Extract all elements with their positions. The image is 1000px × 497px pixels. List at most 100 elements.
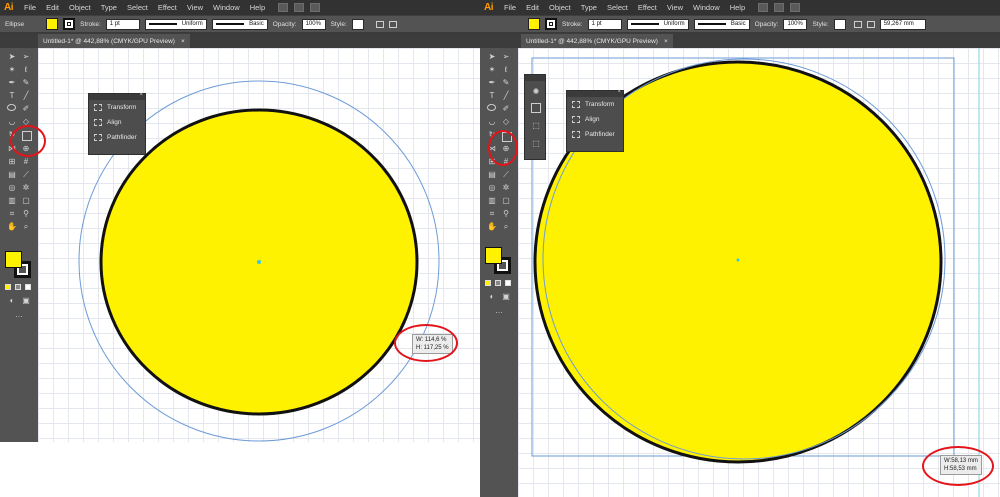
more-tools-icon[interactable]: … [14, 310, 24, 320]
pen-tool-icon[interactable]: ✒ [487, 78, 497, 88]
slice-tool-icon[interactable]: ⌗ [7, 209, 17, 219]
eyedropper-tool-icon[interactable]: ⟋ [21, 170, 31, 180]
document-tab[interactable]: Untitled-1* @ 442,88% (CMYK/GPU Preview)… [521, 34, 673, 48]
draw-mode-icon[interactable]: ◐ [487, 292, 497, 302]
menu-view[interactable]: View [662, 3, 688, 12]
zoom-magnifier-icon[interactable]: ⌕ [501, 222, 511, 232]
free-distort-icon[interactable]: ⬚ [531, 139, 541, 149]
menu-type[interactable]: Type [96, 3, 122, 12]
opacity-field[interactable]: 100% [783, 18, 808, 30]
gradient-tool-icon[interactable]: ▤ [7, 170, 17, 180]
color-mode-icon[interactable] [5, 284, 11, 290]
fill-color-box[interactable] [5, 251, 22, 268]
panel-close-icon[interactable]: × [139, 92, 143, 98]
transform-panel-button[interactable]: Transform [89, 100, 145, 115]
close-tab-icon[interactable]: × [181, 38, 185, 45]
align-panel-button[interactable]: Align [567, 112, 623, 127]
symbol-sprayer-tool-icon[interactable]: ✲ [21, 183, 31, 193]
column-graph-tool-icon[interactable]: ▥ [7, 196, 17, 206]
shaper-tool-icon[interactable]: ◡ [487, 117, 497, 127]
draw-mode-icon[interactable]: ◐ [7, 296, 17, 306]
arrange-documents-icon[interactable] [774, 3, 785, 12]
panel-header[interactable]: × [89, 92, 145, 100]
menu-object[interactable]: Object [64, 3, 96, 12]
slice-tool-icon[interactable]: ⌗ [487, 209, 497, 219]
blend-tool-icon[interactable]: ◎ [487, 183, 497, 193]
variable-width-profile-dropdown[interactable]: Uniform [144, 18, 207, 30]
menu-help[interactable]: Help [245, 3, 270, 12]
fill-color-box[interactable] [485, 247, 502, 264]
menu-object[interactable]: Object [544, 3, 576, 12]
paintbrush-tool-icon[interactable]: ✐ [21, 104, 31, 114]
ellipse-tool-icon[interactable] [487, 104, 496, 111]
eyedropper-tool-icon[interactable]: ⟋ [501, 170, 511, 180]
shaper-tool-icon[interactable]: ◡ [7, 117, 17, 127]
close-tab-icon[interactable]: × [664, 38, 668, 45]
hand-tool-icon[interactable]: ✋ [487, 222, 497, 232]
recolor-artwork-icon[interactable] [375, 20, 384, 28]
magic-wand-tool-icon[interactable]: ✶ [7, 65, 17, 75]
eraser-tool-icon[interactable]: ◇ [501, 117, 511, 127]
hand-tool-icon[interactable]: ✋ [7, 222, 17, 232]
zoom-magnifier-icon[interactable]: ⌕ [21, 222, 31, 232]
recolor-artwork-icon[interactable] [853, 20, 862, 28]
symbol-sprayer-tool-icon[interactable]: ✲ [501, 183, 511, 193]
menu-effect[interactable]: Effect [153, 3, 182, 12]
width-field[interactable]: 59,267 mm [879, 18, 926, 30]
bridge-icon[interactable] [758, 3, 769, 12]
bridge-icon[interactable] [278, 3, 289, 12]
fill-swatch[interactable] [46, 18, 59, 30]
menu-select[interactable]: Select [602, 3, 633, 12]
graphic-style-dropdown[interactable] [833, 18, 846, 30]
menu-file[interactable]: File [19, 3, 41, 12]
stroke-weight-field[interactable]: 1 pt [587, 18, 622, 30]
blend-tool-icon[interactable]: ◎ [7, 183, 17, 193]
document-tab[interactable]: Untitled-1* @ 442,88% (CMYK/GPU Preview)… [38, 34, 190, 48]
paintbrush-tool-icon[interactable]: ✐ [501, 104, 511, 114]
selection-tool-icon[interactable]: ➤ [487, 52, 497, 62]
pathfinder-panel-button[interactable]: Pathfinder [89, 130, 145, 145]
more-tools-icon[interactable]: … [494, 306, 504, 316]
lasso-tool-icon[interactable]: ℓ [21, 65, 31, 75]
ellipse-tool-icon[interactable] [7, 104, 16, 111]
color-mode-icon[interactable] [485, 280, 491, 286]
variable-width-profile-dropdown[interactable]: Uniform [626, 18, 689, 30]
artboard-canvas[interactable]: ✺ ⬚ ⬚ × Transform Align Pathfinder W:58,… [518, 48, 1000, 497]
panel-header[interactable]: × [567, 89, 623, 97]
gpu-performance-icon[interactable] [310, 3, 321, 12]
stroke-swatch[interactable] [63, 18, 76, 30]
align-icon[interactable] [866, 20, 875, 28]
gradient-mode-icon[interactable] [495, 280, 501, 286]
none-mode-icon[interactable] [25, 284, 31, 290]
stroke-swatch[interactable] [545, 18, 557, 30]
flyout-header[interactable] [525, 75, 545, 81]
align-panel-button[interactable]: Align [89, 115, 145, 130]
perspective-grid-tool-icon[interactable]: ⊞ [7, 157, 17, 167]
screen-mode-icon[interactable]: ▣ [21, 296, 31, 306]
stroke-weight-field[interactable]: 1 pt [105, 18, 140, 30]
menu-select[interactable]: Select [122, 3, 153, 12]
mesh-tool-icon[interactable]: # [21, 157, 31, 167]
fill-swatch[interactable] [528, 18, 540, 30]
gradient-tool-icon[interactable]: ▤ [487, 170, 497, 180]
direct-selection-tool-icon[interactable]: ➢ [21, 52, 31, 62]
direct-selection-tool-icon[interactable]: ➢ [501, 52, 511, 62]
pathfinder-panel-button[interactable]: Pathfinder [567, 127, 623, 142]
zoom-tool-icon[interactable]: ⚲ [501, 209, 511, 219]
menu-edit[interactable]: Edit [41, 3, 64, 12]
graphic-style-dropdown[interactable] [351, 18, 364, 30]
arrange-documents-icon[interactable] [294, 3, 305, 12]
transform-panel-button[interactable]: Transform [567, 97, 623, 112]
brush-definition-dropdown[interactable]: Basic [693, 18, 750, 30]
menu-edit[interactable]: Edit [521, 3, 544, 12]
pen-tool-icon[interactable]: ✒ [7, 78, 17, 88]
menu-file[interactable]: File [499, 3, 521, 12]
menu-help[interactable]: Help [725, 3, 750, 12]
curvature-tool-icon[interactable]: ✎ [501, 78, 511, 88]
align-icon[interactable] [388, 20, 397, 28]
puppet-warp-tool-icon[interactable]: ✺ [531, 87, 541, 97]
line-segment-tool-icon[interactable]: ╱ [21, 91, 31, 101]
artboard-tool-icon[interactable]: ▢ [21, 196, 31, 206]
selection-tool-icon[interactable]: ➤ [7, 52, 17, 62]
column-graph-tool-icon[interactable]: ▥ [487, 196, 497, 206]
